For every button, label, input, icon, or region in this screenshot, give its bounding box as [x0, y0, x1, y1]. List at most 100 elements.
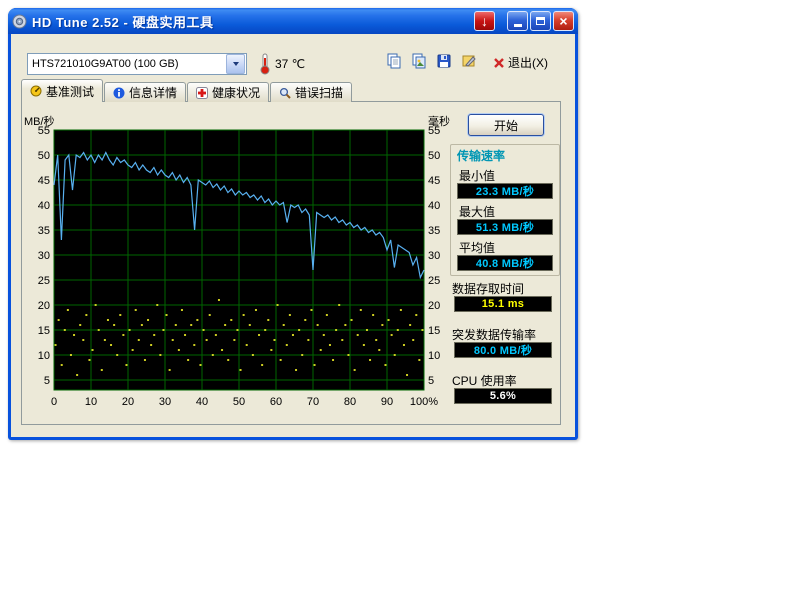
- close-button[interactable]: ×: [553, 11, 574, 31]
- options-button[interactable]: [458, 51, 480, 71]
- access-time-value-box: 15.1 ms: [454, 296, 552, 312]
- y-tick-left: 45: [38, 175, 50, 187]
- tab-error-scan[interactable]: 错误扫描: [270, 82, 352, 102]
- x-tick: 100%: [410, 396, 438, 408]
- drive-select-dropdown-button[interactable]: [226, 54, 245, 74]
- copy-screenshot-button[interactable]: [383, 51, 405, 71]
- access-time-point: [391, 334, 393, 336]
- access-time-point: [221, 349, 223, 351]
- access-time-point: [67, 309, 69, 311]
- avg-value-box: 40.8 MB/秒: [457, 255, 553, 271]
- access-time-point: [172, 339, 174, 341]
- access-time-point: [412, 339, 414, 341]
- x-tick: 60: [270, 396, 282, 408]
- access-time-point: [206, 339, 208, 341]
- access-time-point: [317, 324, 319, 326]
- access-time-point: [82, 339, 84, 341]
- window-title: HD Tune 2.52 - 硬盘实用工具: [32, 12, 213, 31]
- min-label: 最小值: [459, 167, 495, 184]
- y-tick-left: 55: [38, 125, 50, 137]
- access-time-point: [101, 369, 103, 371]
- access-time-point: [357, 334, 359, 336]
- y-tick-right: 55: [428, 125, 440, 137]
- maximize-icon: [536, 17, 545, 25]
- copy-image-button[interactable]: [408, 51, 430, 71]
- x-tick: 80: [344, 396, 356, 408]
- minimize-button[interactable]: [507, 11, 528, 31]
- toolbar-icons: [383, 51, 480, 71]
- access-time-point: [298, 329, 300, 331]
- access-time-point: [335, 329, 337, 331]
- access-time-point: [116, 354, 118, 356]
- chevron-down-icon: [233, 62, 239, 66]
- transfer-rate-group: 传输速率 最小值 23.3 MB/秒 最大值 51.3 MB/秒 平均值 40.…: [450, 144, 560, 276]
- drive-select[interactable]: HTS721010G9AT00 (100 GB): [27, 53, 247, 75]
- access-time-point: [394, 354, 396, 356]
- access-time-point: [113, 324, 115, 326]
- access-time-point: [236, 329, 238, 331]
- save-screenshot-button[interactable]: [433, 51, 455, 71]
- temperature-value: 37 ℃: [275, 57, 305, 71]
- y-tick-left: 40: [38, 200, 50, 212]
- access-time-point: [310, 309, 312, 311]
- access-time-point: [70, 354, 72, 356]
- exit-button[interactable]: 退出(X): [493, 54, 548, 71]
- access-time-point: [381, 324, 383, 326]
- access-time-point: [104, 339, 106, 341]
- y-tick-right: 10: [428, 350, 440, 362]
- access-time-point: [203, 329, 205, 331]
- access-time-point: [351, 319, 353, 321]
- access-time-point: [354, 369, 356, 371]
- exit-icon: [493, 57, 505, 69]
- access-time-point: [286, 344, 288, 346]
- access-time-point: [190, 324, 192, 326]
- access-time-point: [307, 339, 309, 341]
- tab-error-scan-label: 错误扫描: [295, 84, 343, 101]
- access-time-point: [215, 334, 217, 336]
- tab-info[interactable]: 信息详情: [104, 82, 186, 102]
- start-button[interactable]: 开始: [468, 114, 544, 136]
- copy-image-icon: [411, 53, 427, 69]
- access-time-point: [314, 364, 316, 366]
- access-time-point: [64, 329, 66, 331]
- access-time-point: [363, 344, 365, 346]
- access-time-point: [166, 314, 168, 316]
- access-time-point: [246, 344, 248, 346]
- access-time-point: [332, 359, 334, 361]
- access-time-label: 数据存取时间: [452, 280, 524, 297]
- y-tick-left: 15: [38, 325, 50, 337]
- access-time-point: [153, 334, 155, 336]
- access-time-point: [107, 319, 109, 321]
- titlebar[interactable]: HD Tune 2.52 - 硬盘实用工具 ↓ ×: [8, 8, 578, 34]
- maximize-button[interactable]: [530, 11, 551, 31]
- access-time-point: [320, 349, 322, 351]
- access-time-point: [178, 349, 180, 351]
- burst-rate-label: 突发数据传输率: [452, 326, 536, 343]
- access-time-point: [372, 314, 374, 316]
- access-time-point: [280, 359, 282, 361]
- error-scan-icon: [279, 87, 291, 99]
- minimize-icon: [514, 24, 522, 27]
- access-time-point: [159, 354, 161, 356]
- y-tick-left: 5: [44, 375, 50, 387]
- access-time-point: [88, 359, 90, 361]
- access-time-point: [209, 314, 211, 316]
- tab-benchmark-label: 基准测试: [46, 83, 94, 100]
- access-time-point: [55, 344, 57, 346]
- access-time-point: [409, 324, 411, 326]
- access-time-point: [156, 304, 158, 306]
- y-tick-right: 30: [428, 250, 440, 262]
- access-time-point: [169, 369, 171, 371]
- access-time-point: [289, 314, 291, 316]
- capture-button[interactable]: ↓: [474, 11, 495, 31]
- access-time-point: [58, 319, 60, 321]
- access-time-point: [270, 349, 272, 351]
- access-time-point: [292, 334, 294, 336]
- y-tick-left: 20: [38, 300, 50, 312]
- access-time-point: [150, 344, 152, 346]
- access-time-point: [181, 309, 183, 311]
- tab-benchmark[interactable]: 基准测试: [21, 79, 103, 102]
- tab-health[interactable]: 健康状况: [187, 82, 269, 102]
- cpu-usage-value-box: 5.6%: [454, 388, 552, 404]
- access-time-point: [323, 334, 325, 336]
